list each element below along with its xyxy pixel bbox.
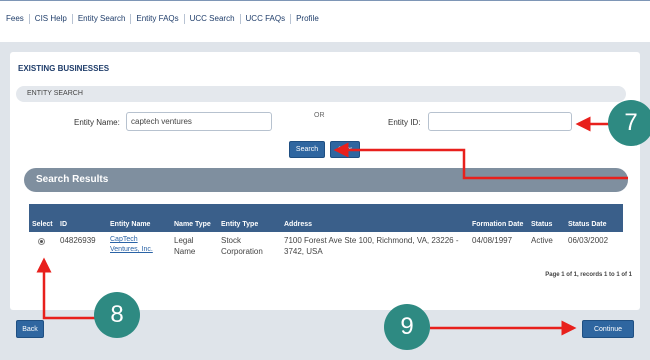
select-radio[interactable] bbox=[38, 238, 45, 245]
nav-links: Fees CIS Help Entity Search Entity FAQs … bbox=[6, 14, 324, 24]
continue-button[interactable]: Continue bbox=[582, 320, 634, 338]
column-header-formation-date: Formation Date bbox=[469, 204, 528, 232]
name-type-cell: Legal Name bbox=[174, 236, 196, 256]
back-button[interactable]: Back bbox=[16, 320, 44, 338]
address-cell: 7100 Forest Ave Ste 100, Richmond, VA, 2… bbox=[284, 236, 459, 256]
nav-link-ucc-faqs[interactable]: UCC FAQs bbox=[241, 14, 292, 24]
select-cell bbox=[29, 232, 57, 260]
top-navigation: Fees CIS Help Entity Search Entity FAQs … bbox=[0, 0, 650, 42]
clear-button[interactable]: Clear bbox=[330, 141, 360, 158]
status-cell: Active bbox=[531, 236, 553, 245]
nav-link-ucc-search[interactable]: UCC Search bbox=[185, 14, 241, 24]
page-title: EXISTING BUSINESSES bbox=[18, 64, 110, 73]
status-date-cell: 06/03/2002 bbox=[568, 236, 609, 245]
nav-link-entity-search[interactable]: Entity Search bbox=[73, 14, 132, 24]
column-header-select: Select bbox=[29, 204, 57, 232]
column-header-status: Status bbox=[528, 204, 565, 232]
column-header-address: Address bbox=[281, 204, 469, 232]
search-button[interactable]: Search bbox=[289, 141, 325, 158]
entity-id-input[interactable] bbox=[428, 112, 572, 131]
nav-link-fees[interactable]: Fees bbox=[6, 14, 30, 24]
id-cell: 04826939 bbox=[60, 236, 96, 245]
entity-name-link[interactable]: CapTech Ventures, Inc. bbox=[107, 232, 171, 260]
entity-name-input[interactable] bbox=[126, 112, 272, 131]
callout-step-8: 8 bbox=[94, 292, 140, 338]
column-header-id: ID bbox=[57, 204, 107, 232]
entity-id-label: Entity ID: bbox=[388, 118, 421, 127]
nav-link-cis-help[interactable]: CIS Help bbox=[30, 14, 73, 24]
nav-link-profile[interactable]: Profile bbox=[291, 14, 324, 24]
callout-step-9: 9 bbox=[384, 304, 430, 350]
or-label: OR bbox=[314, 112, 325, 119]
column-header-entity-name: Entity Name bbox=[107, 204, 171, 232]
search-results-title: Search Results bbox=[36, 174, 109, 185]
nav-link-entity-faqs[interactable]: Entity FAQs bbox=[131, 14, 185, 24]
table-row: 04826939 CapTech Ventures, Inc. Legal Na… bbox=[29, 232, 623, 260]
callout-step-7: 7 bbox=[608, 100, 650, 146]
formation-date-cell: 04/08/1997 bbox=[472, 236, 513, 245]
entity-type-cell: Stock Corporation bbox=[221, 236, 263, 256]
column-header-entity-type: Entity Type bbox=[218, 204, 281, 232]
entity-search-section-header: ENTITY SEARCH bbox=[16, 86, 626, 102]
entity-name-label: Entity Name: bbox=[74, 118, 120, 127]
entity-search-label: ENTITY SEARCH bbox=[27, 90, 83, 97]
pagination-info: Page 1 of 1, records 1 to 1 of 1 bbox=[545, 272, 632, 278]
column-header-name-type: Name Type bbox=[171, 204, 218, 232]
results-header-row: Select ID Entity Name Name Type Entity T… bbox=[29, 204, 623, 232]
search-results-header: Search Results bbox=[24, 168, 628, 192]
results-table: Select ID Entity Name Name Type Entity T… bbox=[29, 204, 623, 260]
column-header-status-date: Status Date bbox=[565, 204, 623, 232]
